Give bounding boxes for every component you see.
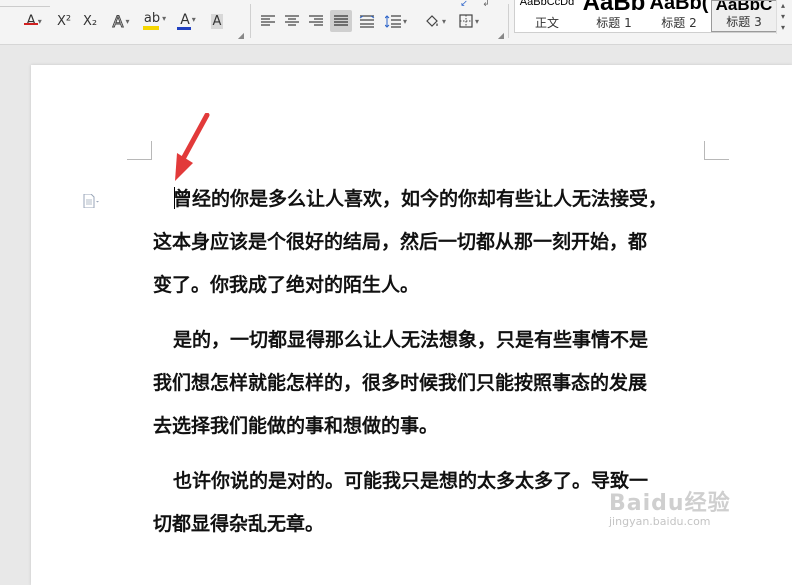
- paint-bucket-icon: [426, 15, 438, 27]
- justify-button[interactable]: [330, 10, 352, 32]
- subscript-button[interactable]: X₂: [80, 11, 100, 31]
- distribute-button[interactable]: [356, 11, 378, 31]
- toolbar-separator: [0, 0, 50, 7]
- char-shading-icon: A: [210, 13, 224, 29]
- paragraph[interactable]: 曾经的你是多么让人喜欢，如今的你却有些让人无法接受， 这本身应该是个很好的结局，…: [153, 178, 713, 307]
- text-effect-icon: A: [112, 11, 124, 31]
- font-color-button[interactable]: A ▾: [174, 11, 202, 31]
- align-center-button[interactable]: [282, 11, 302, 31]
- chevron-down-icon[interactable]: ▾: [475, 17, 479, 26]
- highlight-icon: ab: [143, 11, 161, 26]
- font-color-icon: A: [180, 11, 190, 28]
- chevron-down-icon[interactable]: ▾: [38, 17, 42, 26]
- document-icon[interactable]: [83, 193, 99, 209]
- borders-button[interactable]: ▾: [454, 11, 484, 31]
- align-right-icon: [309, 15, 323, 26]
- highlight-color-bar: [143, 26, 159, 30]
- chevron-down-icon[interactable]: ▾: [403, 17, 407, 26]
- align-center-icon: [285, 15, 299, 26]
- chevron-down-icon[interactable]: ▾: [125, 17, 129, 26]
- font-color-bar: [177, 26, 191, 30]
- text-line: 去选择我们能做的事和想做的事。: [153, 415, 439, 437]
- text-line: 曾经的你是多么让人喜欢，如今的你却有些让人无法接受，: [173, 188, 668, 210]
- distribute-icon: [359, 14, 375, 28]
- paragraph-shading-button[interactable]: ▾: [420, 11, 450, 31]
- red-arrow-icon: [175, 113, 210, 181]
- chevron-down-icon[interactable]: ▾: [442, 17, 446, 26]
- subscript-icon: X₂: [82, 13, 98, 29]
- align-right-button[interactable]: [306, 11, 326, 31]
- style-heading-1[interactable]: AaBb 标题 1: [581, 0, 647, 32]
- strikethrough-button[interactable]: A ▾: [20, 11, 48, 31]
- justify-icon: [334, 15, 348, 26]
- expand-paragraph-dialog-icon[interactable]: ◢: [496, 30, 506, 40]
- scroll-up-icon[interactable]: ▴: [777, 0, 789, 11]
- strikethrough-icon: A: [24, 13, 38, 29]
- watermark-text: Baidu经验: [609, 491, 731, 516]
- scroll-down-icon[interactable]: ▾: [777, 11, 789, 22]
- ribbon-toolbar: A ▾ X² X₂ A ▾ ab ▾ A ▾ A ◢ ▾ ▾ ▾ ↙ ↲ ◢ A…: [0, 0, 792, 45]
- line-spacing-icon: [384, 14, 401, 28]
- text-line: 变了。你我成了绝对的陌生人。: [153, 274, 420, 296]
- text-line: 这本身应该是个很好的结局，然后一切都从那一刻开始，都: [153, 231, 648, 253]
- toolbar-separator: [250, 4, 251, 38]
- document-canvas[interactable]: 曾经的你是多么让人喜欢，如今的你却有些让人无法接受， 这本身应该是个很好的结局，…: [0, 45, 792, 585]
- superscript-button[interactable]: X²: [54, 11, 74, 31]
- chevron-down-icon[interactable]: ▾: [162, 14, 166, 23]
- text-effect-button[interactable]: A ▾: [108, 11, 134, 31]
- line-spacing-button[interactable]: ▾: [382, 11, 410, 31]
- paragraph[interactable]: 是的，一切都显得那么让人无法想象，只是有些事情不是 我们想怎样就能怎样的，很多时…: [153, 319, 713, 448]
- toolbar-separator: [508, 4, 509, 38]
- show-marks-button[interactable]: ↲: [480, 0, 492, 9]
- document-page[interactable]: 曾经的你是多么让人喜欢，如今的你却有些让人无法接受， 这本身应该是个很好的结局，…: [31, 65, 792, 585]
- text-line: 是的，一切都显得那么让人无法想象，只是有些事情不是: [173, 329, 649, 351]
- highlight-button[interactable]: ab ▾: [140, 11, 170, 31]
- watermark: Baidu经验 jingyan.baidu.com: [609, 485, 731, 528]
- watermark-url: jingyan.baidu.com: [609, 515, 711, 528]
- align-left-icon: [261, 15, 275, 26]
- style-normal[interactable]: AaBbCcDd 正文: [515, 0, 579, 32]
- crop-mark-top-left: [127, 141, 152, 160]
- styles-scrollbar[interactable]: ▴ ▾ ▾: [776, 0, 789, 34]
- align-left-button[interactable]: [258, 11, 278, 31]
- superscript-icon: X²: [56, 13, 72, 29]
- sort-button[interactable]: ↙: [458, 0, 470, 9]
- style-heading-3[interactable]: AaBbC 标题 3: [711, 0, 777, 32]
- style-heading-2[interactable]: AaBb( 标题 2: [647, 0, 711, 32]
- expand-font-dialog-icon[interactable]: ◢: [236, 30, 246, 40]
- text-line: 我们想怎样就能怎样的，很多时候我们只能按照事态的发展: [153, 372, 648, 394]
- chevron-down-icon[interactable]: ▾: [192, 15, 196, 24]
- char-shading-button[interactable]: A: [208, 11, 226, 31]
- crop-mark-top-right: [704, 141, 729, 160]
- borders-icon: [459, 14, 473, 28]
- expand-gallery-icon[interactable]: ▾: [777, 22, 789, 33]
- styles-gallery: AaBbCcDd 正文 AaBb 标题 1 AaBb( 标题 2 AaBbC 标…: [514, 0, 778, 33]
